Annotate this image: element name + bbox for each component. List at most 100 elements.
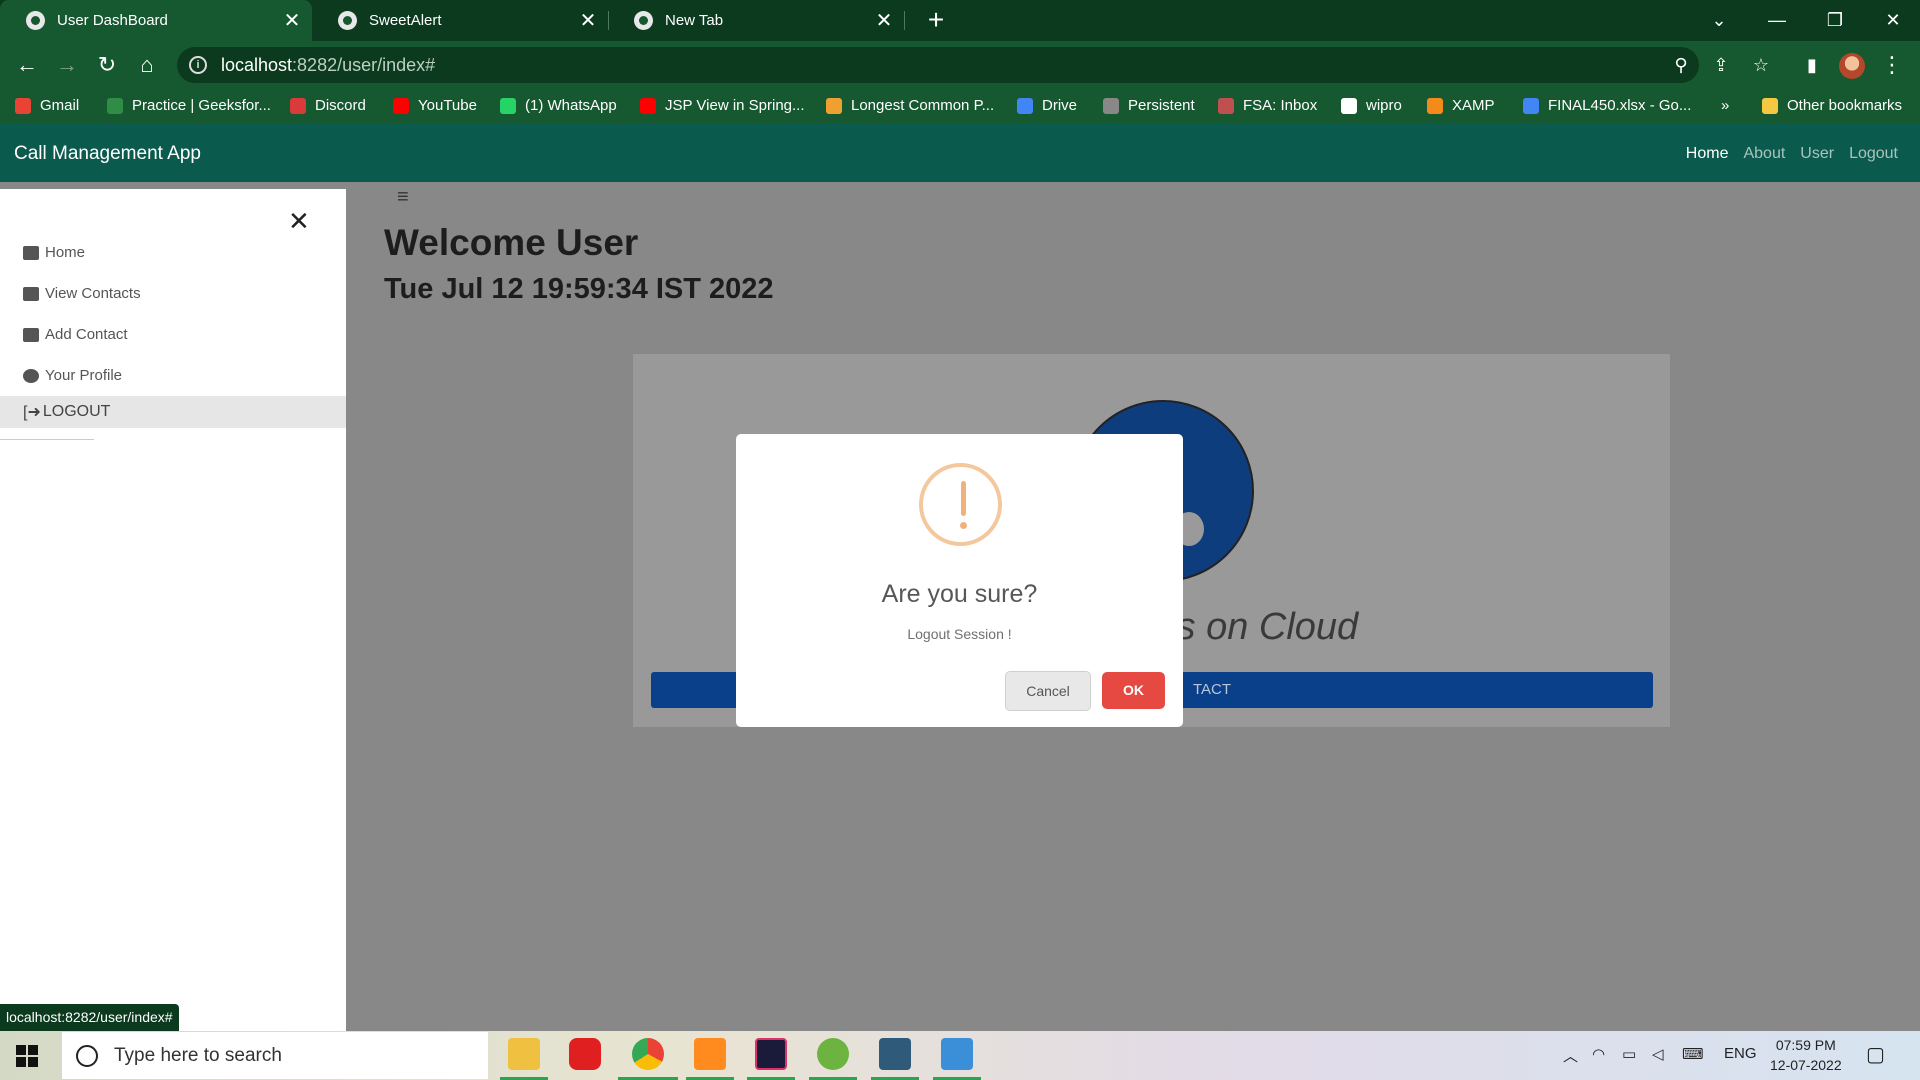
- sidebar-item-label: Add Contact: [45, 326, 128, 343]
- bookmark-item[interactable]: Gmail: [15, 97, 79, 114]
- ok-button[interactable]: OK: [1102, 672, 1165, 709]
- clock[interactable]: 07:59 PM 12-07-2022: [1770, 1035, 1842, 1075]
- cancel-button[interactable]: Cancel: [1005, 671, 1091, 711]
- bookmark-item[interactable]: Longest Common P...: [826, 97, 994, 114]
- share-icon[interactable]: ⇪: [1707, 55, 1735, 77]
- bookmark-label: YouTube: [418, 97, 477, 114]
- site-info-icon[interactable]: i: [189, 56, 207, 74]
- back-arrow-icon[interactable]: ←: [11, 49, 43, 81]
- bookmark-item[interactable]: JSP View in Spring...: [640, 97, 805, 114]
- youtube-icon[interactable]: [569, 1038, 601, 1070]
- tab-new-tab[interactable]: New Tab ✕: [608, 0, 904, 41]
- home-icon: [23, 245, 39, 260]
- bookmark-item[interactable]: Practice | Geeksfor...: [107, 97, 271, 114]
- bookmark-label: FSA: Inbox: [1243, 97, 1318, 114]
- sidebar-item-label: Home: [45, 244, 86, 261]
- tab-title: User DashBoard: [57, 12, 168, 29]
- bookmark-favicon-icon: [1427, 97, 1443, 114]
- sidebar-item-home[interactable]: Home: [23, 244, 85, 261]
- sidebar-item-add-contact[interactable]: Add Contact: [23, 326, 128, 343]
- tray-chevron-icon[interactable]: ︿: [1563, 1045, 1578, 1066]
- bookmark-item[interactable]: Persistent: [1103, 97, 1195, 114]
- nav-user[interactable]: User: [1800, 145, 1834, 163]
- nav-links: Home About User Logout: [1686, 145, 1898, 163]
- restore-icon[interactable]: ❐: [1806, 0, 1864, 41]
- divider: [0, 439, 94, 440]
- tab-user-dashboard[interactable]: User DashBoard ✕: [0, 0, 312, 41]
- chrome-icon[interactable]: [632, 1038, 664, 1070]
- battery-icon[interactable]: ▭: [1622, 1045, 1636, 1063]
- windows-start-icon[interactable]: [16, 1045, 38, 1067]
- intellij-icon[interactable]: [755, 1038, 787, 1070]
- bookmark-favicon-icon: [500, 97, 516, 114]
- home-icon[interactable]: ⌂: [131, 49, 163, 81]
- minimize-icon[interactable]: —: [1748, 0, 1806, 41]
- bookmark-item[interactable]: FSA: Inbox: [1218, 97, 1317, 114]
- bookmark-favicon-icon: [1341, 97, 1357, 114]
- wifi-icon[interactable]: ◠: [1592, 1045, 1605, 1063]
- nav-logout[interactable]: Logout: [1849, 145, 1898, 163]
- tab-search-chevron-icon[interactable]: ⌄: [1690, 0, 1748, 41]
- other-bookmarks-folder[interactable]: Other bookmarks: [1762, 97, 1902, 114]
- bookmark-star-icon[interactable]: ☆: [1747, 55, 1775, 77]
- close-tab-icon[interactable]: ✕: [873, 8, 895, 33]
- new-tab-button[interactable]: +: [921, 4, 951, 36]
- confirm-dialog: Are you sure? Logout Session ! Cancel OK: [736, 434, 1183, 727]
- bookmark-item[interactable]: YouTube: [393, 97, 477, 114]
- notifications-icon[interactable]: ▢: [1866, 1042, 1885, 1067]
- bookmark-item[interactable]: Drive: [1017, 97, 1077, 114]
- tab-sweetalert[interactable]: SweetAlert ✕: [312, 0, 608, 41]
- close-tab-icon[interactable]: ✕: [281, 8, 303, 33]
- bookmark-item[interactable]: wipro: [1341, 97, 1402, 114]
- current-datetime: Tue Jul 12 19:59:34 IST 2022: [384, 273, 774, 305]
- bookmark-label: FINAL450.xlsx - Go...: [1548, 97, 1692, 114]
- sidebar-item-label: Your Profile: [45, 367, 122, 384]
- status-bar-url: localhost:8282/user/index#: [0, 1004, 179, 1031]
- sidebar-item-your-profile[interactable]: Your Profile: [23, 367, 122, 384]
- app-brand[interactable]: Call Management App: [14, 143, 201, 165]
- address-bar[interactable]: i localhost:8282/user/index# ⚲ ⇪ ☆: [177, 47, 1769, 83]
- bookmark-favicon-icon: [1218, 97, 1234, 114]
- mysql-workbench-icon[interactable]: [879, 1038, 911, 1070]
- tab-divider: [904, 11, 905, 30]
- sublime-text-icon[interactable]: [694, 1038, 726, 1070]
- zoom-icon[interactable]: ⚲: [1667, 55, 1695, 77]
- volume-icon[interactable]: ◁: [1652, 1045, 1664, 1063]
- tab-title: SweetAlert: [369, 12, 442, 29]
- bookmark-favicon-icon: [1017, 97, 1033, 114]
- globe-icon: [26, 11, 45, 30]
- bookmark-label: JSP View in Spring...: [665, 97, 805, 114]
- forward-arrow-icon[interactable]: →: [51, 49, 83, 81]
- bookmark-item[interactable]: FINAL450.xlsx - Go...: [1523, 97, 1691, 114]
- window-close-icon[interactable]: ✕: [1864, 0, 1920, 41]
- bookmark-item[interactable]: Discord: [290, 97, 366, 114]
- page-title: Welcome User: [384, 222, 639, 263]
- hamburger-menu-icon[interactable]: ≡: [397, 186, 409, 209]
- dialog-title: Are you sure?: [881, 580, 1038, 608]
- language-indicator[interactable]: ENG: [1724, 1045, 1757, 1062]
- sidebar-close-icon[interactable]: ✕: [288, 206, 310, 237]
- nav-home[interactable]: Home: [1686, 145, 1729, 163]
- nav-about[interactable]: About: [1743, 145, 1785, 163]
- bookmark-item[interactable]: (1) WhatsApp: [500, 97, 617, 114]
- chrome-icon: [634, 11, 653, 30]
- profile-avatar[interactable]: [1839, 53, 1865, 79]
- menu-dots-icon[interactable]: ⋮: [1876, 49, 1908, 81]
- dialog-text: Logout Session !: [907, 626, 1012, 642]
- reload-icon[interactable]: ↻: [91, 49, 123, 81]
- browser-tabstrip: User DashBoard ✕ SweetAlert ✕ New Tab ✕ …: [0, 0, 1920, 41]
- side-panel-icon[interactable]: ▮: [1796, 49, 1828, 81]
- app-navbar: Call Management App Home About User Logo…: [0, 123, 1920, 182]
- photos-icon[interactable]: [941, 1038, 973, 1070]
- taskbar-search[interactable]: Type here to search: [62, 1032, 488, 1079]
- close-tab-icon[interactable]: ✕: [577, 8, 599, 33]
- sidebar-item-logout[interactable]: [➜ LOGOUT: [0, 396, 346, 428]
- bookmarks-overflow-icon[interactable]: »: [1721, 97, 1729, 114]
- bookmark-item[interactable]: XAMP: [1427, 97, 1495, 114]
- bookmark-label: wipro: [1366, 97, 1402, 114]
- sidebar-item-view-contacts[interactable]: View Contacts: [23, 285, 141, 302]
- keyboard-icon[interactable]: ⌨: [1682, 1045, 1704, 1063]
- browser-toolbar: ← → ↻ ⌂ i localhost:8282/user/index# ⚲ ⇪…: [0, 41, 1920, 89]
- file-explorer-icon[interactable]: [508, 1038, 540, 1070]
- spring-tools-icon[interactable]: [817, 1038, 849, 1070]
